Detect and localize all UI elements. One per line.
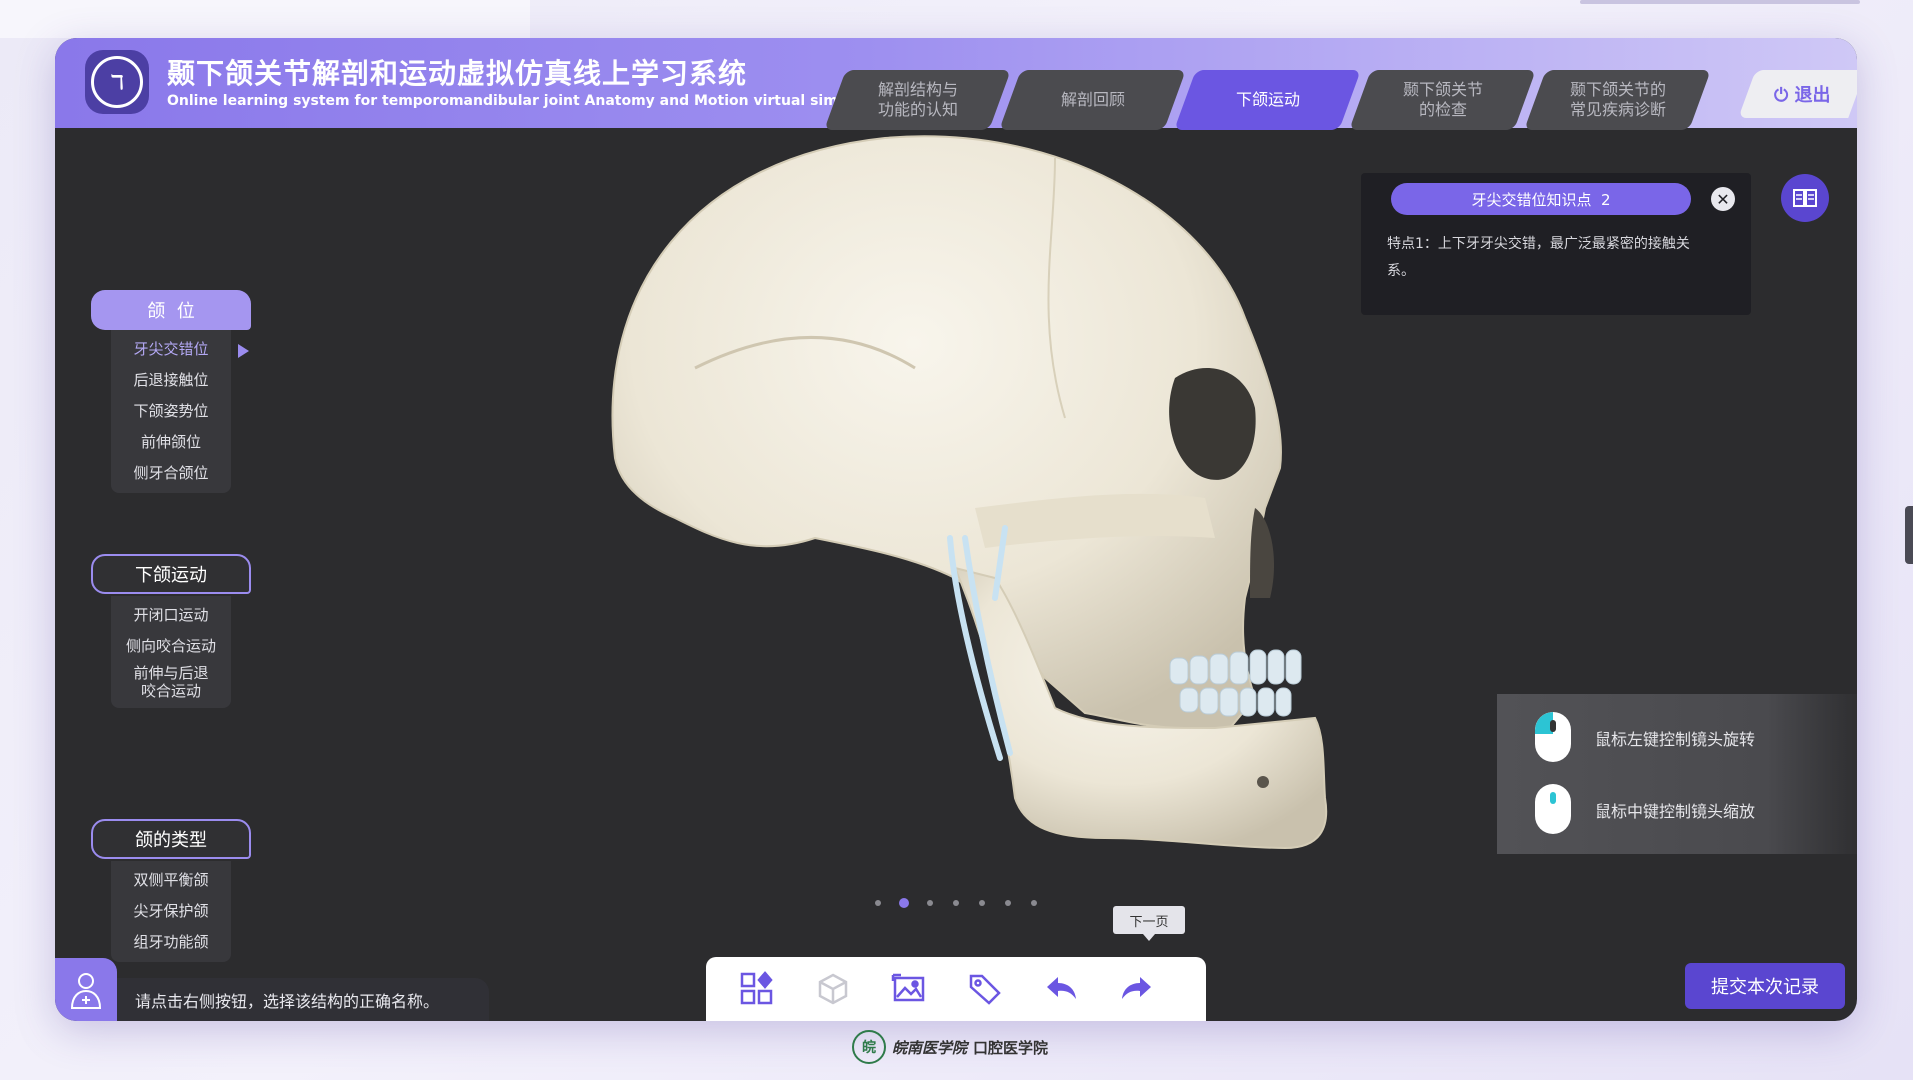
page-dot[interactable]	[1031, 900, 1037, 906]
list-item[interactable]: 开闭口运动	[111, 600, 231, 631]
university-name: 皖南医学院	[892, 1038, 968, 1057]
tab-label: 下颌运动	[1235, 90, 1300, 109]
redo-icon[interactable]	[1117, 971, 1157, 1007]
undo-icon[interactable]	[1041, 971, 1081, 1007]
scroll-handle[interactable]	[1905, 506, 1913, 564]
list-item[interactable]: 侧向咬合运动	[111, 631, 231, 662]
tab-anatomy-cognition[interactable]: 解剖结构与 功能的认知	[824, 70, 1011, 130]
page-dot[interactable]	[979, 900, 985, 906]
list-item[interactable]: 前伸颌位	[111, 427, 231, 458]
tab-mandible-movement[interactable]: 下颌运动	[1174, 70, 1361, 130]
knowledge-text: 特点1：上下牙牙尖交错，最广泛最紧密的接触关系。	[1387, 236, 1690, 279]
page-dot[interactable]	[1005, 900, 1011, 906]
app-window: ℸ 颞下颌关节解剖和运动虚拟仿真线上学习系统 Online learning s…	[55, 38, 1857, 1021]
cube-view-icon[interactable]	[813, 971, 853, 1007]
image-icon[interactable]	[889, 971, 929, 1007]
list-item[interactable]: 双侧平衡颌	[111, 865, 231, 896]
background-shape	[1580, 0, 1860, 4]
section-title: 下颌运动	[135, 565, 207, 586]
background-shape	[0, 0, 530, 38]
page-dot[interactable]	[927, 900, 933, 906]
zoom-hint: 鼠标中键控制镜头缩放	[1595, 802, 1756, 821]
app-logo: ℸ	[85, 50, 149, 114]
section-occlusion-type[interactable]: 颌的类型	[91, 819, 251, 859]
tab-label: 颞下颌关节 的检查	[1402, 80, 1483, 119]
section-title: 颌 位	[147, 301, 195, 322]
page-dot[interactable]	[875, 900, 881, 906]
school-name: 口腔医学院	[973, 1038, 1049, 1057]
submit-record-button[interactable]: 提交本次记录	[1685, 963, 1845, 1009]
section-list: 双侧平衡颌 尖牙保护颌 组牙功能颌	[111, 861, 231, 962]
next-page-tooltip: 下一页	[1113, 906, 1185, 941]
instruction-text: 请点击右侧按钮，选择该结构的正确名称。	[117, 978, 489, 1021]
knowledge-heading: 牙尖交错位知识点 2	[1391, 183, 1691, 215]
app-title: 颞下颌关节解剖和运动虚拟仿真线上学习系统	[167, 57, 748, 90]
list-item[interactable]: 后退接触位	[111, 365, 231, 396]
app-subtitle: Online learning system for temporomandib…	[167, 93, 894, 109]
mouse-middle-icon	[1535, 784, 1571, 834]
tab-tmj-diagnosis[interactable]: 颞下颌关节的 常见疾病诊断	[1524, 70, 1711, 130]
section-title: 颌的类型	[135, 830, 207, 851]
doctor-icon[interactable]	[55, 958, 117, 1021]
page-dot[interactable]	[953, 900, 959, 906]
page-dot[interactable]	[899, 898, 909, 908]
rotate-hint: 鼠标左键控制镜头旋转	[1595, 730, 1756, 749]
section-list: 开闭口运动 侧向咬合运动 前伸与后退 咬合运动	[111, 596, 231, 708]
tab-tmj-examination[interactable]: 颞下颌关节 的检查	[1349, 70, 1536, 130]
tag-icon[interactable]	[965, 971, 1005, 1007]
section-mandible-movement[interactable]: 下颌运动	[91, 554, 251, 594]
list-item[interactable]: 尖牙保护颌	[111, 896, 231, 927]
knowledge-panel: 牙尖交错位知识点 2 ✕ 特点1：上下牙牙尖交错，最广泛最紧密的接触关系。	[1361, 173, 1751, 315]
list-item[interactable]: 侧牙合颌位	[111, 458, 231, 489]
list-item[interactable]: 下颌姿势位	[111, 396, 231, 427]
tab-label: 颞下颌关节的 常见疾病诊断	[1569, 80, 1666, 119]
mouse-left-icon	[1535, 712, 1571, 762]
control-hints: 鼠标左键控制镜头旋转 鼠标中键控制镜头缩放	[1497, 694, 1857, 854]
list-item[interactable]: 前伸与后退 咬合运动	[111, 662, 231, 704]
exit-button[interactable]: ⏻ 退出	[1738, 70, 1857, 118]
tab-label: 解剖结构与 功能的认知	[877, 80, 958, 119]
list-item[interactable]: 组牙功能颌	[111, 927, 231, 958]
jaw-head-icon: ℸ	[91, 56, 143, 108]
power-icon: ⏻	[1773, 85, 1795, 106]
section-list: 牙尖交错位 后退接触位 下颌姿势位 前伸颌位 侧牙合颌位	[111, 330, 231, 493]
bottom-toolbar	[706, 957, 1206, 1021]
footer-logo: 皖 皖南医学院 口腔医学院	[852, 1030, 1048, 1064]
book-icon[interactable]	[1781, 174, 1829, 222]
tab-anatomy-review[interactable]: 解剖回顾	[999, 70, 1186, 130]
grid-icon[interactable]	[737, 971, 777, 1007]
exit-label: 退出	[1794, 85, 1831, 106]
section-occlusal-position[interactable]: 颌 位	[91, 290, 251, 330]
close-icon[interactable]: ✕	[1711, 187, 1735, 211]
tab-label: 解剖回顾	[1060, 90, 1125, 109]
list-item[interactable]: 牙尖交错位	[111, 334, 231, 365]
active-arrow-icon	[238, 344, 249, 358]
university-seal-icon: 皖	[852, 1030, 886, 1064]
